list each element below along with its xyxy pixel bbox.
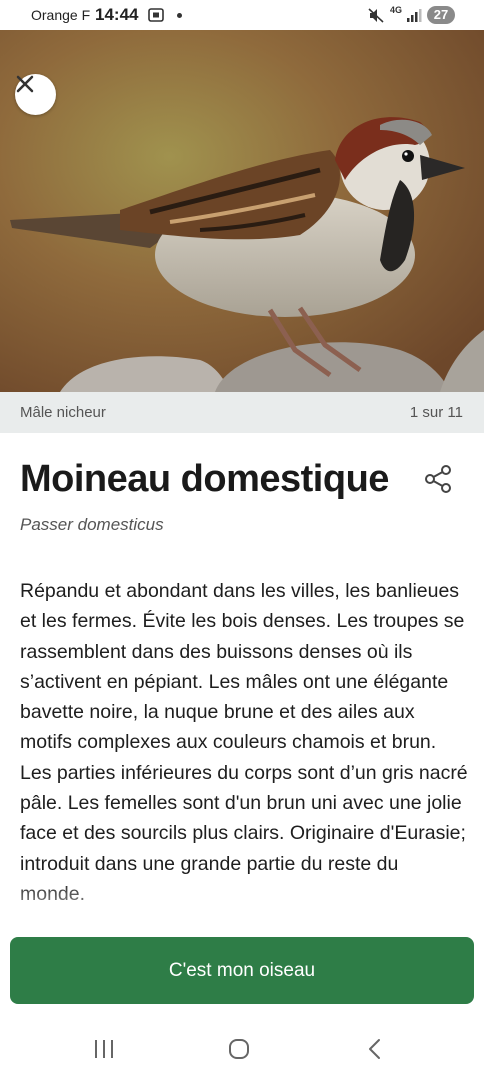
clock: 14:44 (95, 5, 139, 24)
species-common-name: Moineau domestique (20, 458, 389, 500)
scroll-fade (0, 880, 484, 930)
recents-icon[interactable] (92, 1038, 116, 1060)
species-description: Répandu et abondant dans les villes, les… (20, 580, 468, 905)
close-button[interactable] (15, 74, 56, 115)
network-type: 4G (390, 5, 403, 15)
confirm-bird-button[interactable]: C'est mon oiseau (10, 937, 474, 1004)
close-icon (16, 75, 34, 93)
home-icon[interactable] (227, 1037, 251, 1061)
screenshot-icon (148, 8, 164, 22)
back-icon[interactable] (364, 1037, 386, 1061)
species-scientific-name: Passer domesticus (20, 515, 164, 534)
sparrow-illustration (0, 30, 484, 392)
system-nav-bar (0, 1020, 484, 1080)
photo-caption-bar: Mâle nicheur 1 sur 11 (0, 392, 484, 433)
mute-icon (368, 8, 384, 23)
battery-level: 27 (427, 6, 455, 24)
bird-photo[interactable] (0, 30, 484, 392)
status-bar: Orange F 14:44 4G 27 (0, 0, 484, 30)
signal-icon (407, 9, 422, 22)
photo-counter: 1 sur 11 (409, 404, 463, 421)
carrier-name: Orange F (31, 7, 91, 23)
share-icon[interactable] (424, 464, 452, 494)
notification-dot-icon (177, 13, 182, 18)
photo-caption: Mâle nicheur (20, 404, 106, 421)
